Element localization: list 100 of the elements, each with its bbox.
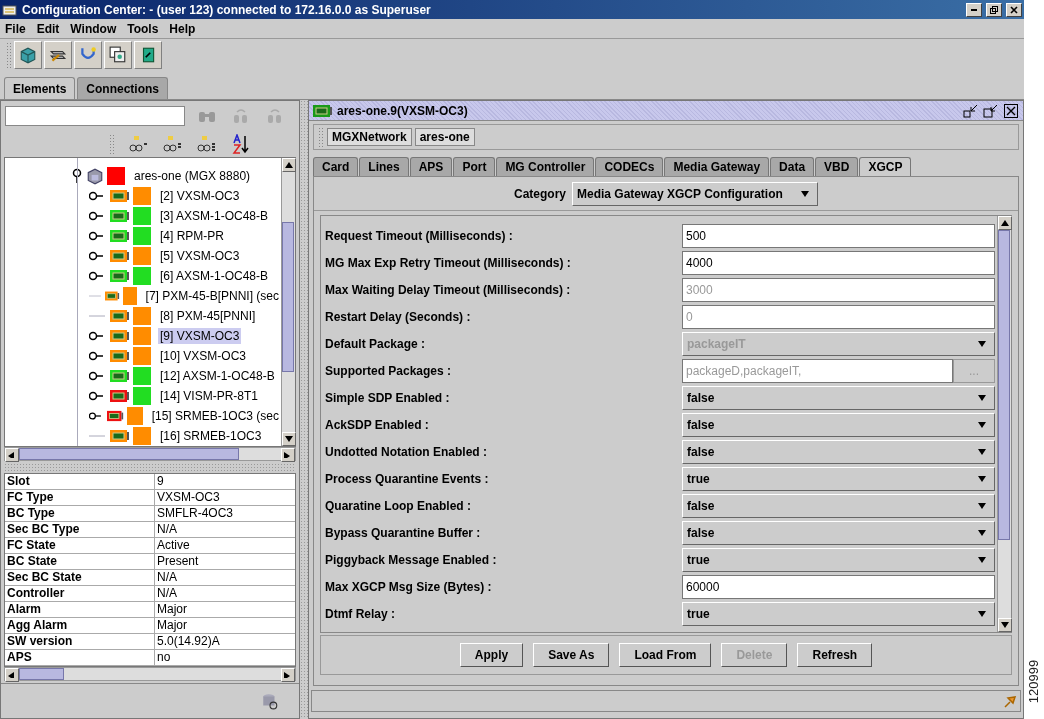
tab[interactable]: CODECs — [595, 157, 664, 176]
dropdown[interactable]: false — [682, 385, 995, 410]
property-value: VXSM-OC3 — [155, 490, 295, 506]
frame-title: ares-one.9(VXSM-OC3) — [337, 103, 469, 118]
scroll-right-icon — [284, 672, 292, 678]
tab[interactable]: Elements — [4, 77, 76, 99]
action-button[interactable]: Save As — [533, 643, 610, 667]
dropdown[interactable]: false — [682, 412, 995, 437]
tree-item[interactable]: [3] AXSM-1-OC48-B — [158, 208, 271, 224]
tab[interactable]: Data — [770, 157, 815, 176]
tree-item[interactable]: [9] VXSM-OC3 — [158, 328, 242, 344]
field-label: Undotted Notation Enabled : — [325, 444, 488, 459]
menu-item[interactable]: Window — [67, 21, 123, 36]
tab[interactable]: APS — [409, 157, 453, 176]
tree-item[interactable]: [7] PXM-45-B[PNNI] (sec — [143, 288, 281, 304]
tree-item[interactable]: [12] AXSM-1-OC48-B — [158, 368, 277, 384]
breadcrumb-button[interactable]: MGXNetwork — [327, 128, 412, 146]
node-cube-icon — [86, 167, 104, 185]
input-field[interactable]: 60000 — [682, 574, 995, 599]
menu-item[interactable]: Edit — [33, 21, 66, 36]
cube-icon — [19, 46, 37, 64]
property-value: N/A — [155, 570, 295, 586]
tab[interactable]: VBD — [815, 157, 859, 176]
menu-item[interactable]: File — [2, 21, 32, 36]
horizontal-scrollbar[interactable] — [4, 667, 296, 681]
tab[interactable]: Port — [453, 157, 496, 176]
field-label: Request Timeout (Milliseconds) : — [325, 228, 514, 243]
action-button[interactable]: Load From — [619, 643, 712, 667]
tree-view-icon — [197, 135, 217, 153]
toolbar-button[interactable] — [74, 41, 102, 69]
tab[interactable]: XGCP — [859, 157, 912, 176]
menu-item[interactable]: Help — [166, 21, 202, 36]
tree-item[interactable]: [2] VXSM-OC3 — [158, 188, 242, 204]
dropdown[interactable]: true — [682, 466, 995, 491]
action-button[interactable]: Refresh — [797, 643, 873, 667]
tree-view-icon — [129, 135, 149, 153]
property-name: BC Type — [5, 506, 155, 522]
tab[interactable]: Card — [313, 157, 359, 176]
tree-item[interactable]: [6] AXSM-1-OC48-B — [158, 268, 271, 284]
property-name: APS — [5, 650, 155, 666]
dropdown[interactable]: false — [682, 493, 995, 518]
maximize-button[interactable] — [986, 2, 1002, 17]
scroll-thumb[interactable] — [19, 668, 64, 680]
input-field[interactable]: 4000 — [682, 250, 995, 275]
property-value: no — [155, 650, 295, 666]
tree-item[interactable]: [5] VXSM-OC3 — [158, 248, 242, 264]
menu-item[interactable]: Tools — [124, 21, 165, 36]
field-label: Bypass Quarantine Buffer : — [325, 525, 482, 540]
scroll-down-icon — [285, 436, 293, 442]
shrink-icon — [963, 102, 979, 119]
property-value: SMFLR-4OC3 — [155, 506, 295, 522]
tree-item[interactable]: [8] PXM-45[PNNI] — [158, 308, 258, 324]
field-label: Piggyback Message Enabled : — [325, 552, 498, 567]
property-value: Major — [155, 618, 295, 634]
tab[interactable]: Lines — [359, 157, 409, 176]
scroll-thumb[interactable] — [998, 230, 1010, 540]
property-value: Active — [155, 538, 295, 554]
expanded-node-icon[interactable] — [71, 168, 83, 184]
tab[interactable]: Media Gateway — [664, 157, 770, 176]
property-name: SW version — [5, 634, 155, 650]
scroll-thumb[interactable] — [19, 448, 239, 460]
tree-item[interactable]: [4] RPM-PR — [158, 228, 226, 244]
search-field[interactable] — [5, 106, 185, 126]
close-icon — [1003, 102, 1019, 119]
dropdown[interactable]: true — [682, 601, 995, 626]
scroll-right-icon — [284, 452, 292, 458]
tree-item[interactable]: ares-one (MGX 8880) — [132, 168, 253, 184]
dropdown[interactable]: false — [682, 439, 995, 464]
dropdown[interactable]: false — [682, 520, 995, 545]
property-name: FC State — [5, 538, 155, 554]
toolbar-button[interactable] — [44, 41, 72, 69]
tab[interactable]: MG Controller — [496, 157, 595, 176]
action-button[interactable]: Apply — [459, 643, 524, 667]
close-frame-button[interactable] — [1003, 102, 1019, 119]
tree-item[interactable]: [16] SRMEB-1OC3 — [158, 428, 264, 444]
minimize-frame-button[interactable] — [963, 102, 979, 119]
close-button[interactable] — [1006, 2, 1022, 17]
dropdown[interactable]: true — [682, 547, 995, 572]
property-name: Slot — [5, 474, 155, 490]
vertical-scrollbar[interactable] — [281, 158, 295, 446]
tab[interactable]: Connections — [77, 77, 169, 99]
vertical-scrollbar[interactable] — [997, 216, 1011, 632]
property-value: 9 — [155, 474, 295, 490]
toolbar-button[interactable] — [134, 41, 162, 69]
category-dropdown[interactable]: Media Gateway XGCP Configuration — [572, 181, 818, 206]
tree-item[interactable]: [14] VISM-PR-8T1 — [158, 388, 261, 404]
horizontal-scrollbar[interactable] — [4, 447, 296, 461]
restore-frame-button[interactable] — [983, 102, 999, 119]
minimize-button[interactable] — [966, 2, 982, 17]
property-name: FC Type — [5, 490, 155, 506]
toolbar-button[interactable] — [14, 41, 42, 69]
input-field[interactable]: 500 — [682, 223, 995, 248]
tree-item[interactable]: [10] VXSM-OC3 — [158, 348, 249, 364]
toolbar-button[interactable] — [104, 41, 132, 69]
property-value: N/A — [155, 522, 295, 538]
property-name: Alarm — [5, 602, 155, 618]
breadcrumb-button[interactable]: ares-one — [414, 128, 475, 146]
tree-item[interactable]: [15] SRMEB-1OC3 (sec — [149, 408, 281, 424]
window-title: Configuration Center: - (user 123) connected to 172.16.0.0 as Superuser — [22, 2, 432, 17]
scroll-thumb[interactable] — [282, 222, 294, 372]
